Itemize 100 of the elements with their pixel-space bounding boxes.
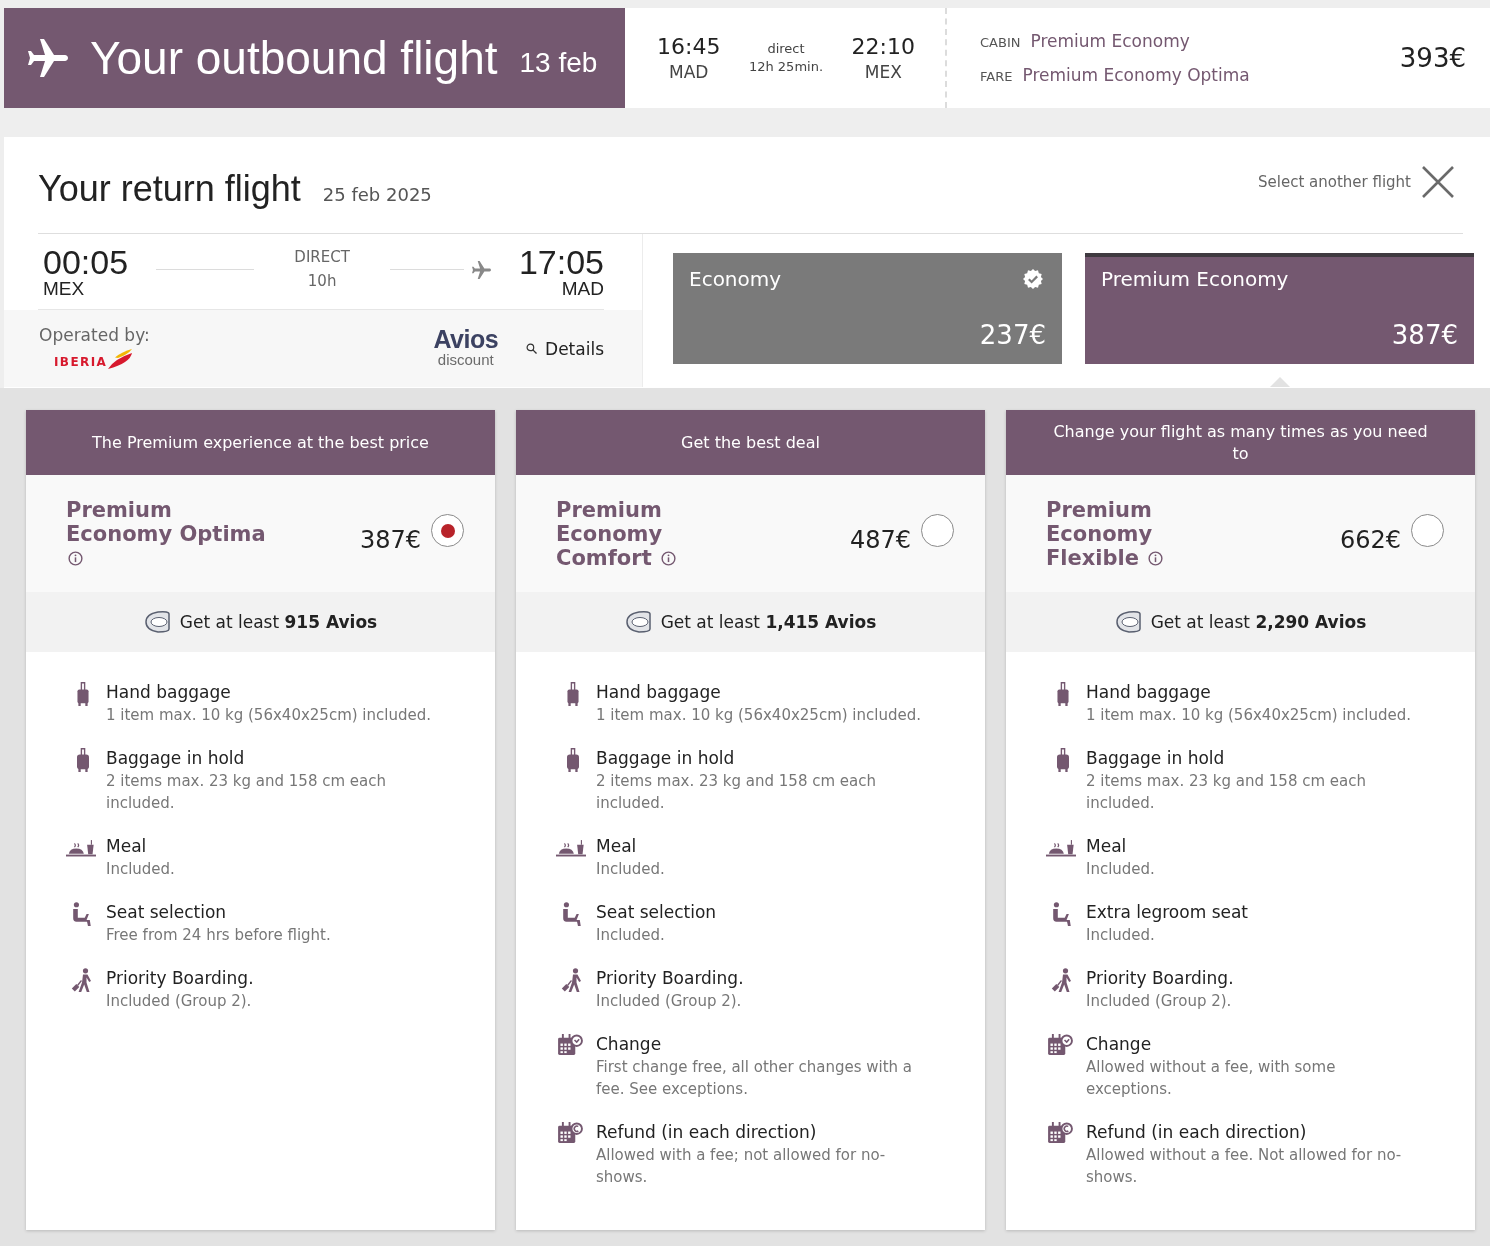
fare-card-header: Change your flight as many times as you need to: [1006, 410, 1475, 475]
fare-label: FARE: [980, 69, 1013, 84]
select-another-flight-link[interactable]: Select another flight: [1258, 165, 1455, 199]
feature-detail: 1 item max. 10 kg (56x40x25cm) included.: [596, 705, 922, 726]
suitcase-icon: [1056, 682, 1070, 706]
suitcase-icon: [566, 748, 580, 772]
feature-title: Meal: [106, 835, 148, 858]
cabin-tab[interactable]: Economy 237€: [673, 253, 1062, 364]
operated-by-label: Operated by:: [39, 324, 150, 345]
fare-price: 387€: [359, 525, 421, 554]
feature-detail: Included (Group 2).: [596, 991, 743, 1012]
seated-person-icon: [562, 902, 581, 926]
feature-detail: 1 item max. 10 kg (56x40x25cm) included.: [106, 705, 432, 726]
feature-title: Baggage in hold: [1086, 747, 1226, 770]
meal-tray-icon: [66, 840, 96, 857]
feature-title: Refund (in each direction): [596, 1121, 818, 1144]
feature-detail: 2 items max. 23 kg and 158 cm each included.: [106, 771, 388, 814]
calendar-clock-icon: [558, 1034, 583, 1055]
suitcase-icon: [76, 682, 90, 706]
feature-title: Seat selection: [596, 901, 718, 924]
walking-person-icon: [561, 968, 583, 992]
departure-airport: MAD: [669, 61, 709, 83]
calendar-clock-icon: [1048, 1122, 1073, 1143]
feature-title: Priority Boarding.: [106, 967, 255, 990]
fare-name: Premium Economy Flexible: [1046, 497, 1153, 570]
feature-detail: 2 items max. 23 kg and 158 cm each included.: [596, 771, 878, 814]
fare-price: 487€: [849, 525, 911, 554]
info-icon: [68, 550, 83, 566]
feature-detail: First change free, all other changes with a fee. See exceptions.: [596, 1057, 913, 1100]
calendar-clock-icon: [558, 1122, 583, 1143]
calendar-clock-icon: [1048, 1034, 1073, 1055]
outbound-price: 393€: [1399, 43, 1467, 73]
feature-detail: Allowed with a fee; not allowed for no-shows.: [596, 1145, 887, 1188]
feature-title: Baggage in hold: [596, 747, 736, 770]
route-type: direct: [767, 40, 805, 58]
info-icon: [1148, 550, 1164, 566]
radio-button[interactable]: [1411, 514, 1444, 547]
feature-title: Baggage in hold: [106, 747, 246, 770]
avios-text: Get at least 915 Avios: [179, 612, 378, 632]
fare-name: Premium Economy Optima: [66, 497, 266, 546]
return-title: Your return flight: [38, 168, 301, 210]
feature-title: Refund (in each direction): [1086, 1121, 1308, 1144]
radio-button[interactable]: [431, 514, 464, 547]
feature-title: Priority Boarding.: [1086, 967, 1235, 990]
fare-name: Premium Economy Comfort: [556, 497, 663, 570]
arrival-airport: MAD: [561, 278, 604, 299]
feature-title: Meal: [596, 835, 638, 858]
radio-button[interactable]: [921, 514, 954, 547]
flight-duration: 12h 25min.: [748, 58, 824, 76]
arrival-airport: MEX: [864, 61, 902, 83]
fare-price: 662€: [1339, 525, 1401, 554]
swoosh-icon: [108, 348, 133, 369]
feature-title: Meal: [1086, 835, 1128, 858]
plane-icon: [472, 260, 492, 279]
details-link[interactable]: Details: [526, 338, 604, 359]
feature-detail: Included (Group 2).: [1086, 991, 1233, 1012]
badge-icon: [624, 610, 653, 634]
badge-icon: [1114, 610, 1143, 634]
feature-detail: 2 items max. 23 kg and 158 cm each included.: [1086, 771, 1368, 814]
cabin-label: CABIN: [980, 35, 1021, 50]
feature-title: Hand baggage: [106, 681, 232, 704]
logo-subtitle: discount: [437, 351, 494, 367]
search-icon: [526, 343, 538, 354]
feature-detail: Free from 24 hrs before flight.: [106, 925, 332, 946]
logo-title: Avios: [433, 326, 499, 352]
feature-detail: Included.: [106, 859, 176, 880]
arrival-time: 17:05: [518, 244, 604, 279]
cabin-tab[interactable]: Premium Economy 387€: [1085, 253, 1474, 364]
departure-time: 00:05: [43, 244, 129, 279]
badge-icon: [143, 610, 172, 634]
walking-person-icon: [71, 968, 93, 992]
feature-title: Change: [1086, 1033, 1153, 1056]
suitcase-icon: [566, 682, 580, 706]
close-icon: [1421, 165, 1455, 199]
feature-title: Hand baggage: [596, 681, 722, 704]
route-type: DIRECT: [294, 246, 350, 268]
outbound-date: 13 feb: [519, 47, 598, 79]
feature-detail: Included.: [1086, 925, 1156, 946]
seated-person-icon: [72, 902, 91, 926]
fare-card-header: The Premium experience at the best price: [26, 410, 495, 475]
feature-detail: Included (Group 2).: [106, 991, 253, 1012]
departure-airport: MEX: [43, 278, 85, 299]
feature-detail: Included.: [596, 925, 666, 946]
flight-duration: 10h: [307, 270, 337, 292]
plane-icon: [28, 39, 68, 77]
meal-tray-icon: [1046, 840, 1076, 857]
info-icon: [661, 550, 676, 566]
fare-card-header: Get the best deal: [516, 410, 985, 475]
feature-title: Seat selection: [106, 901, 228, 924]
avios-text: Get at least 2,290 Avios: [1150, 612, 1367, 632]
fare-value: Premium Economy Optima: [1022, 65, 1250, 85]
suitcase-icon: [1056, 748, 1070, 772]
suitcase-icon: [76, 748, 90, 772]
departure-time: 16:45: [657, 33, 721, 61]
outbound-title: Your outbound flight: [90, 31, 498, 85]
feature-title: Extra legroom seat: [1086, 901, 1250, 924]
meal-tray-icon: [556, 840, 586, 857]
cabin-value: Premium Economy: [1030, 31, 1190, 51]
feature-title: Priority Boarding.: [596, 967, 745, 990]
return-date: 25 feb 2025: [322, 183, 432, 205]
